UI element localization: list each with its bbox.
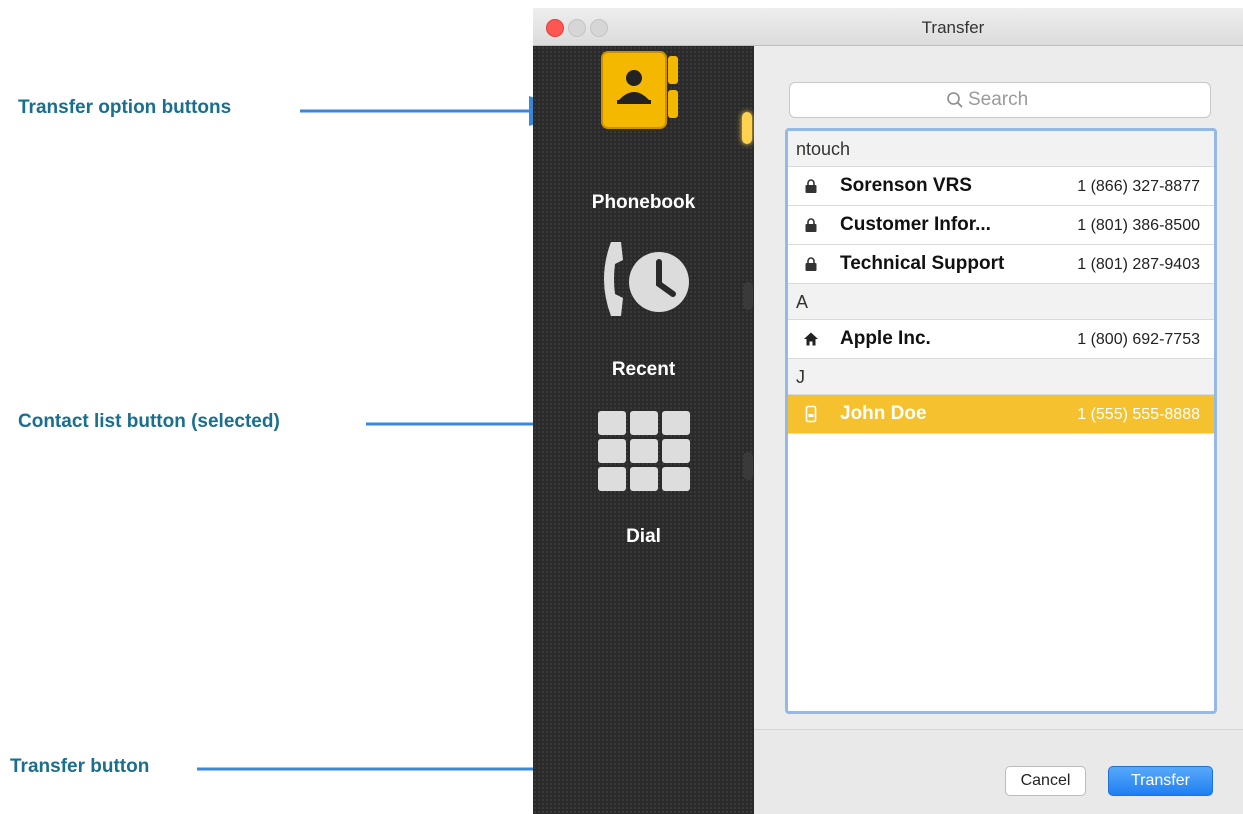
contact-row-selected[interactable]: John Doe 1 (555) 555-8888 <box>788 395 1214 434</box>
search-icon <box>947 92 963 108</box>
selected-option-indicator <box>742 112 752 144</box>
contact-phone: 1 (866) 327-8877 <box>1077 178 1200 195</box>
transfer-button[interactable]: Transfer <box>1108 766 1213 796</box>
phonebook-option-label: Phonebook <box>591 192 696 213</box>
contact-phone: 1 (801) 287-9403 <box>1077 256 1200 273</box>
dial-option-button[interactable]: Dial <box>533 396 754 566</box>
section-header: A <box>788 284 1214 320</box>
annotation-transfer-options: Transfer option buttons <box>18 97 232 118</box>
dial-option-label: Dial <box>626 526 661 547</box>
section-header: J <box>788 359 1214 395</box>
option-indicator <box>743 282 753 310</box>
contact-row[interactable]: Apple Inc. 1 (800) 692-7753 <box>788 320 1214 359</box>
contact-row[interactable]: Customer Infor... 1 (801) 386-8500 <box>788 206 1214 245</box>
lock-icon <box>805 257 817 271</box>
home-icon <box>804 332 818 346</box>
search-input[interactable] <box>968 89 1054 111</box>
contact-name: Sorenson VRS <box>840 175 972 196</box>
contact-panel: ntouch Sorenson VRS 1 (866) 327-8877 Cus… <box>754 46 1243 814</box>
contact-name: John Doe <box>840 403 927 424</box>
phonebook-icon <box>601 51 678 129</box>
dial-pad-icon <box>598 411 698 503</box>
transfer-options-sidebar: Phonebook Recent Dial <box>533 46 754 814</box>
window-title: Transfer <box>921 18 985 37</box>
contact-list[interactable]: ntouch Sorenson VRS 1 (866) 327-8877 Cus… <box>785 128 1217 714</box>
title-bar: Transfer <box>533 8 1243 46</box>
lock-icon <box>805 218 817 232</box>
option-indicator <box>743 452 753 480</box>
transfer-window: Transfer Phonebook Recent Dial Search nt… <box>533 8 1243 814</box>
search-field[interactable] <box>789 82 1211 118</box>
lock-icon <box>805 179 817 193</box>
phonebook-option-button[interactable]: Phonebook <box>533 46 754 226</box>
contact-phone: 1 (555) 555-8888 <box>1077 406 1200 423</box>
recent-option-label: Recent <box>611 359 676 380</box>
contact-name: Customer Infor... <box>840 214 991 235</box>
cancel-button[interactable]: Cancel <box>1005 766 1086 796</box>
annotation-transfer-button: Transfer button <box>10 756 150 777</box>
section-header: ntouch <box>788 131 1214 167</box>
recent-option-button[interactable]: Recent <box>533 226 754 396</box>
contact-phone: 1 (801) 386-8500 <box>1077 217 1200 234</box>
contact-row[interactable]: Technical Support 1 (801) 287-9403 <box>788 245 1214 284</box>
contact-row[interactable]: Sorenson VRS 1 (866) 327-8877 <box>788 167 1214 206</box>
recent-calls-icon <box>604 242 689 316</box>
mobile-phone-icon <box>805 405 817 423</box>
annotation-contact-list: Contact list button (selected) <box>18 411 280 432</box>
button-bar: Cancel Transfer <box>754 729 1243 814</box>
contact-phone: 1 (800) 692-7753 <box>1077 331 1200 348</box>
contact-name: Technical Support <box>840 253 1005 274</box>
contact-name: Apple Inc. <box>840 328 931 349</box>
